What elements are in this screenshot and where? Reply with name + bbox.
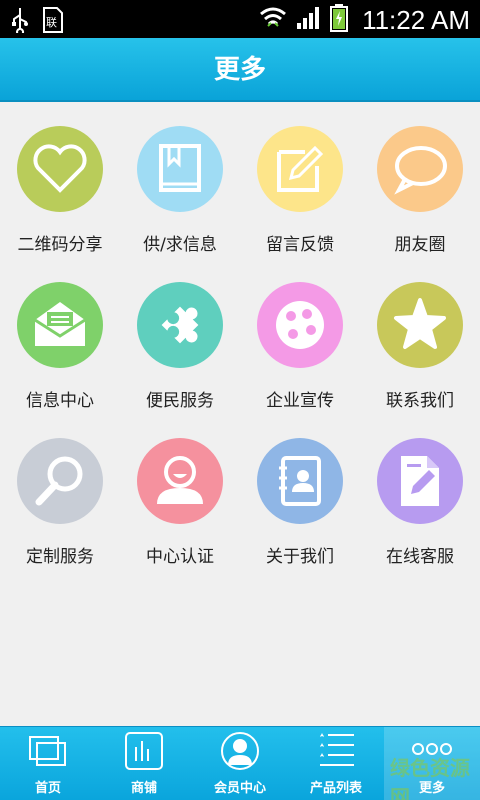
grid-item-label: 联系我们: [386, 391, 454, 411]
grid-item-label: 留言反馈: [266, 235, 334, 255]
status-time: 11:22 AM: [362, 4, 470, 35]
signal-icon: [296, 6, 322, 34]
grid-item-custom-service[interactable]: 定制服务: [0, 422, 120, 572]
list-icon: [320, 733, 354, 766]
member-icon: [221, 732, 259, 770]
grid-item-label: 二维码分享: [17, 235, 103, 255]
status-bar: 联 11:22 AM: [0, 0, 480, 38]
battery-icon: [330, 4, 349, 36]
grid-item-online-service[interactable]: 在线客服: [360, 422, 480, 572]
grid-item-feedback[interactable]: 留言反馈: [240, 110, 360, 260]
book-icon: [137, 126, 223, 212]
grid-item-label: 朋友圈: [394, 235, 446, 255]
tab-shop[interactable]: 商铺: [96, 727, 192, 800]
grid-item-label: 定制服务: [26, 547, 94, 567]
grid-item-label: 供/求信息: [143, 235, 217, 255]
document-edit-icon: [377, 438, 463, 524]
grid-item-contact-us[interactable]: 联系我们: [360, 266, 480, 416]
chat-bubble-icon: [377, 126, 463, 212]
grid-item-promotion[interactable]: 企业宣传: [240, 266, 360, 416]
grid-item-label: 中心认证: [146, 547, 214, 567]
home-windows-icon: [29, 736, 66, 766]
grid-item-qr-share[interactable]: 二维码分享: [0, 110, 120, 260]
watermark: 绿色资源网: [390, 756, 470, 800]
svg-text:联: 联: [46, 16, 57, 29]
grid-item-label: 企业宣传: [266, 391, 334, 411]
star-icon: [377, 282, 463, 368]
puzzle-icon: [137, 282, 223, 368]
tab-label: 会员中心: [213, 781, 266, 796]
heart-icon: [17, 126, 103, 212]
tab-label: 产品列表: [309, 781, 362, 796]
contact-book-icon: [257, 438, 343, 524]
grid-item-message-center[interactable]: 信息中心: [0, 266, 120, 416]
grid-item-label: 信息中心: [26, 391, 94, 411]
magnifier-icon: [17, 438, 103, 524]
user-icon: [137, 438, 223, 524]
grid-item-label: 关于我们: [266, 547, 334, 567]
grid-item-label: 便民服务: [146, 391, 214, 411]
grid-item-certification[interactable]: 中心认证: [120, 422, 240, 572]
grid-item-convenience[interactable]: 便民服务: [120, 266, 240, 416]
sim-card-icon: 联: [42, 6, 64, 38]
tab-product-list[interactable]: 产品列表: [288, 727, 384, 800]
edit-icon: [257, 126, 343, 212]
tab-label: 首页: [34, 781, 61, 796]
usb-icon: [10, 7, 30, 37]
tab-member-center[interactable]: 会员中心: [192, 727, 288, 800]
wifi-icon: [258, 4, 288, 36]
page-title: 更多: [213, 55, 266, 85]
grid-item-moments[interactable]: 朋友圈: [360, 110, 480, 260]
film-reel-icon: [257, 282, 343, 368]
tab-label: 商铺: [130, 781, 157, 796]
app-header: 更多: [0, 38, 480, 102]
shop-icon: [125, 732, 163, 770]
grid-item-about-us[interactable]: 关于我们: [240, 422, 360, 572]
grid-item-label: 在线客服: [386, 547, 454, 567]
grid-item-supply-demand[interactable]: 供/求信息: [120, 110, 240, 260]
tab-home[interactable]: 首页: [0, 727, 96, 800]
envelope-icon: [17, 282, 103, 368]
